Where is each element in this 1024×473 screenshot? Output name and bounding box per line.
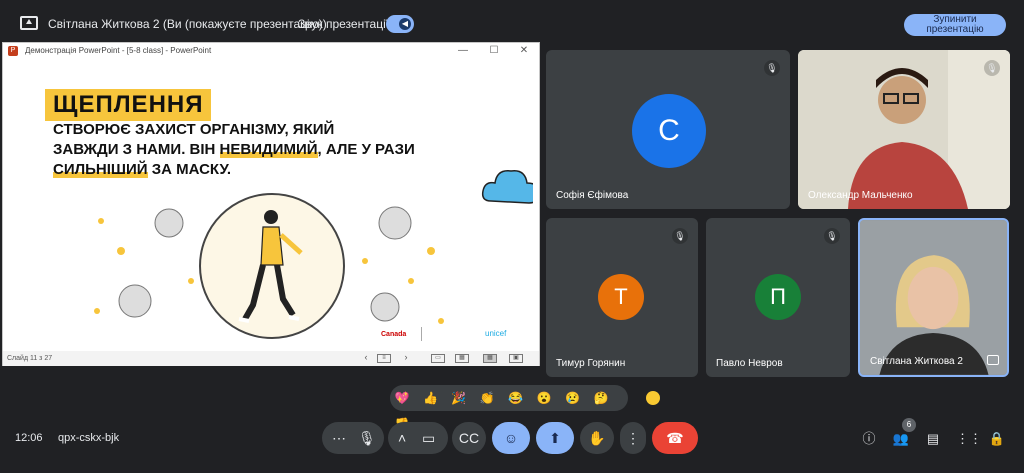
- slide-text-line-2: ЗАВЖДИ З НАМИ. ВІН НЕВИДИМИЙ, АЛЕ У РАЗИ: [53, 141, 415, 158]
- meeting-code: qpx-cskx-bjk: [58, 432, 120, 444]
- mic-off-icon: 🎙: [824, 228, 840, 244]
- participant-video: [860, 220, 1007, 375]
- stop-presenting-button[interactable]: Зупинити презентацію: [904, 14, 1006, 36]
- next-slide-icon[interactable]: ›: [399, 353, 413, 363]
- slide-canvas: ЩЕПЛЕННЯ СТВОРЮЄ ЗАХИСТ ОРГАНІЗМУ, ЯКИЙ …: [11, 61, 533, 353]
- participant-tile-svitlana[interactable]: Світлана Житкова 2: [858, 218, 1009, 377]
- chevron-up-icon[interactable]: ˄: [398, 430, 406, 446]
- slideshow-icon[interactable]: ▣: [509, 354, 523, 363]
- more-reactions-icon[interactable]: [646, 391, 660, 405]
- avatar: Т: [598, 274, 644, 320]
- audio-controls: ⋯ 🎙: [322, 422, 384, 454]
- emoji-button[interactable]: ☺: [492, 422, 530, 454]
- presenting-icon: [20, 16, 38, 30]
- raise-hand-button[interactable]: ✋: [580, 422, 614, 454]
- avatar: С: [632, 94, 706, 168]
- powerpoint-window: P Демонстрація PowerPoint - [5-8 class] …: [2, 42, 540, 366]
- virus-cluster-left: [94, 208, 194, 318]
- participant-tile-sofia[interactable]: 🎙 С Софія Єфімова: [546, 50, 790, 209]
- activities-icon[interactable]: ⋮⋮: [956, 430, 982, 448]
- info-icon[interactable]: ⓘ: [860, 430, 878, 448]
- participant-name: Тимур Горянин: [556, 358, 626, 369]
- slide-counter: Слайд 11 з 27: [7, 355, 53, 362]
- reaction-surprised[interactable]: 😮: [532, 385, 556, 411]
- speaker-icon: ◀: [399, 18, 411, 30]
- hang-up-icon: ☎: [666, 430, 684, 446]
- avatar: П: [755, 274, 801, 320]
- ppt-window-title: Демонстрація PowerPoint - [5-8 class] - …: [25, 46, 212, 55]
- camera-icon[interactable]: ▭: [422, 422, 435, 454]
- participant-tile-tymur[interactable]: 🎙 Т Тимур Горянин: [546, 218, 698, 377]
- reaction-thumbs-up[interactable]: 👍: [418, 385, 442, 411]
- reactions-bar: 💖 👍 🎉 👏 😂 😮 😢 🤔 👎: [390, 385, 628, 431]
- clock: 12:06: [15, 432, 43, 444]
- slide-sorter-icon[interactable]: ▦: [455, 354, 469, 363]
- ppt-title-bar: P Демонстрація PowerPoint - [5-8 class] …: [3, 43, 539, 59]
- presentation-audio-label: Звук презентації: [298, 17, 390, 31]
- presentation-audio-toggle[interactable]: ◀: [386, 15, 414, 33]
- prev-slide-icon[interactable]: ‹: [359, 353, 373, 363]
- stop-presenting-label-2: презентацію: [926, 24, 984, 35]
- emoji-icon: ☺: [503, 430, 519, 446]
- reading-view-icon[interactable]: ▦: [483, 354, 497, 363]
- people-icon[interactable]: 👥: [892, 430, 910, 448]
- bottom-bar: 12:06 qpx-cskx-bjk ⋯ 🎙 ˄ ▭ CC ☺ ⬆ ✋ ⋮ ☎ …: [0, 420, 1024, 473]
- reaction-thinking[interactable]: 🤔: [589, 385, 613, 411]
- host-controls-icon[interactable]: 🔒: [988, 430, 1006, 448]
- reaction-clap[interactable]: 👏: [475, 385, 499, 411]
- chat-icon[interactable]: ▤: [924, 430, 942, 448]
- participant-name: Олександр Мальченко: [808, 190, 913, 201]
- participant-tile-oleksandr[interactable]: 🎙 Олександр Мальченко: [798, 50, 1010, 209]
- canada-logo: Canada: [381, 331, 407, 338]
- people-count-badge: 6: [902, 418, 916, 432]
- cloud-illustration: [481, 170, 533, 204]
- more-options-button[interactable]: ⋮: [620, 422, 646, 454]
- present-button[interactable]: ⬆: [536, 422, 574, 454]
- microphone-icon[interactable]: 🎙: [358, 422, 376, 454]
- normal-view-icon[interactable]: ▭: [431, 354, 445, 363]
- top-bar: Світлана Житкова 2 (Ви (покажуєте презен…: [0, 0, 1024, 44]
- present-icon: ⬆: [549, 430, 561, 446]
- ppt-status-bar: Слайд 11 з 27 ‹ ≡ › ▭ ▦ ▦ ▣: [3, 351, 539, 366]
- minimize-icon[interactable]: —: [450, 43, 476, 59]
- walking-person-illustration: [199, 193, 345, 339]
- more-vert-icon: ⋮: [626, 430, 640, 446]
- mic-off-icon: 🎙: [672, 228, 688, 244]
- mic-off-icon: 🎙: [764, 60, 780, 76]
- maximize-icon[interactable]: ☐: [481, 43, 507, 59]
- presenter-title: Світлана Житкова 2 (Ви (покажуєте презен…: [48, 17, 327, 31]
- participant-name: Софія Єфімова: [556, 190, 629, 201]
- captions-button[interactable]: CC: [452, 422, 486, 454]
- notes-icon[interactable]: ≡: [377, 354, 391, 363]
- slide-text-line-3: СИЛЬНІШИЙ ЗА МАСКУ.: [53, 161, 232, 178]
- slide-text-line-1: СТВОРЮЄ ЗАХИСТ ОРГАНІЗМУ, ЯКИЙ: [53, 121, 335, 138]
- pin-icon[interactable]: [987, 355, 999, 365]
- participant-name: Павло Невров: [716, 358, 783, 369]
- partner-logos: [421, 327, 481, 341]
- leave-call-button[interactable]: ☎: [652, 422, 698, 454]
- unicef-logo: unicef: [485, 329, 507, 338]
- reaction-heart[interactable]: 💖: [390, 385, 414, 411]
- slide-heading: ЩЕПЛЕННЯ: [45, 89, 212, 121]
- virus-cluster-right: [362, 206, 444, 324]
- participant-tile-pavlo[interactable]: 🎙 П Павло Невров: [706, 218, 850, 377]
- more-audio-options-icon[interactable]: ⋯: [332, 430, 346, 446]
- captions-icon: CC: [458, 430, 480, 446]
- reaction-laugh[interactable]: 😂: [504, 385, 528, 411]
- reaction-party[interactable]: 🎉: [447, 385, 471, 411]
- close-icon[interactable]: ✕: [511, 43, 537, 59]
- reaction-sad[interactable]: 😢: [561, 385, 585, 411]
- powerpoint-icon: P: [8, 46, 18, 56]
- hand-icon: ✋: [588, 430, 606, 446]
- mic-off-icon: 🎙: [984, 60, 1000, 76]
- participant-video: [798, 50, 1010, 209]
- video-controls: ˄ ▭: [388, 422, 448, 454]
- participant-name: Світлана Житкова 2: [870, 356, 963, 367]
- person-icon: [238, 210, 303, 323]
